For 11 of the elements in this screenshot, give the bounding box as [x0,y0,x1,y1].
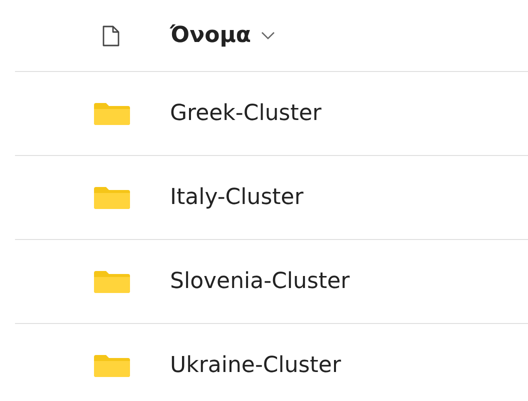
folder-name[interactable]: Greek-Cluster [170,101,322,126]
folder-name[interactable]: Ukraine-Cluster [170,353,341,378]
folder-icon [94,186,130,208]
folder-icon [94,270,130,292]
folder-name[interactable]: Slovenia-Cluster [170,269,350,294]
folder-icon [94,354,130,376]
folder-icon [94,102,130,124]
name-column-header[interactable]: Όνομα [170,23,275,48]
file-icon [102,24,120,46]
folder-name[interactable]: Italy-Cluster [170,185,304,210]
chevron-down-icon [261,31,275,40]
